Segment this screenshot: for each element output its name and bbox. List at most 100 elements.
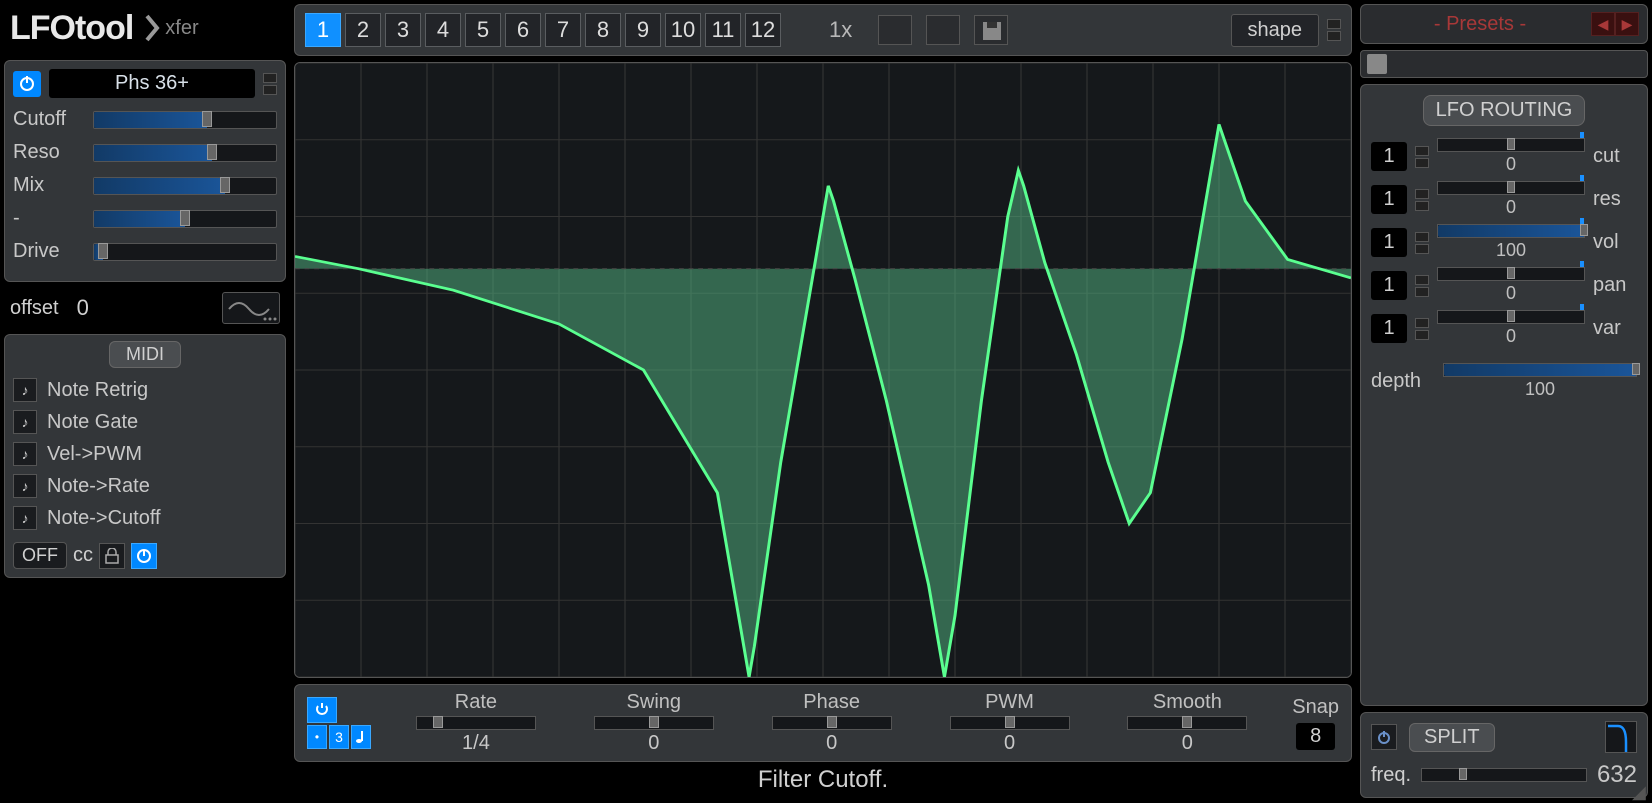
routing-slider[interactable] <box>1437 267 1585 281</box>
routing-slider[interactable] <box>1437 181 1585 195</box>
param-slider[interactable] <box>416 716 536 730</box>
param-slider[interactable] <box>93 243 277 261</box>
midi-item[interactable]: ♪ Vel->PWM <box>13 438 277 470</box>
slot-button-2[interactable]: 2 <box>345 13 381 47</box>
paste-button[interactable] <box>926 15 960 45</box>
midi-item-label: Note Gate <box>47 411 138 434</box>
brand-logo: xfer <box>145 14 198 42</box>
filter-power-button[interactable] <box>13 71 41 97</box>
midi-off-button[interactable]: OFF <box>13 542 67 569</box>
routing-slider[interactable] <box>1437 310 1585 324</box>
midi-item[interactable]: ♪ Note Retrig <box>13 374 277 406</box>
midi-lock-button[interactable] <box>99 543 125 569</box>
param-slider[interactable] <box>93 144 277 162</box>
resize-grip-icon[interactable]: ◢ <box>1632 782 1650 800</box>
midi-item[interactable]: ♪ Note Gate <box>13 406 277 438</box>
slot-button-9[interactable]: 9 <box>625 13 661 47</box>
split-power-button[interactable] <box>1371 724 1397 750</box>
lfo-graph[interactable] <box>294 62 1352 678</box>
note-icon: ♪ <box>13 410 37 434</box>
preset-prev-button[interactable]: ◀ <box>1591 12 1615 36</box>
rate-mult-label[interactable]: 1x <box>829 17 852 43</box>
routing-slider[interactable] <box>1437 224 1585 238</box>
sync-button[interactable] <box>351 725 371 749</box>
transport-bar: • 3 Rate 1/4 Swing 0 Phase 0 PWM <box>294 684 1352 762</box>
param-label: Swing <box>627 691 681 714</box>
param-label: Cutoff <box>13 108 81 131</box>
slot-button-11[interactable]: 11 <box>705 13 741 47</box>
param-slider[interactable] <box>93 210 277 228</box>
slot-button-6[interactable]: 6 <box>505 13 541 47</box>
param-label: Smooth <box>1153 691 1222 714</box>
slot-button-1[interactable]: 1 <box>305 13 341 47</box>
presets-bar: - Presets - ◀ ▶ <box>1360 4 1648 44</box>
depth-value: 100 <box>1525 379 1555 400</box>
offset-label: offset <box>10 297 59 320</box>
slot-button-7[interactable]: 7 <box>545 13 581 47</box>
midi-item[interactable]: ♪ Note->Rate <box>13 470 277 502</box>
param-value: 0 <box>1182 732 1193 755</box>
depth-slider[interactable] <box>1443 363 1637 377</box>
routing-spinner[interactable] <box>1415 318 1429 340</box>
midi-item-label: Vel->PWM <box>47 443 142 466</box>
slot-button-8[interactable]: 8 <box>585 13 621 47</box>
retrig-mode-button[interactable] <box>307 697 337 723</box>
routing-source[interactable]: 1 <box>1371 271 1407 300</box>
spinner-down-icon[interactable] <box>1327 31 1341 41</box>
spinner-up-icon[interactable] <box>263 73 277 83</box>
param-label: Drive <box>13 240 81 263</box>
routing-spinner[interactable] <box>1415 232 1429 254</box>
routing-source[interactable]: 1 <box>1371 314 1407 343</box>
triplet-button[interactable]: 3 <box>329 725 349 749</box>
filter-type-select[interactable]: Phs 36+ <box>49 69 255 98</box>
routing-source[interactable]: 1 <box>1371 228 1407 257</box>
slot-button-10[interactable]: 10 <box>665 13 701 47</box>
routing-slider[interactable] <box>1437 138 1585 152</box>
midi-item[interactable]: ♪ Note->Cutoff <box>13 502 277 534</box>
param-slider[interactable] <box>1127 716 1247 730</box>
routing-value: 0 <box>1506 283 1516 304</box>
midi-cc-label: cc <box>73 544 93 567</box>
freq-slider[interactable] <box>1421 768 1587 782</box>
midi-learn-button[interactable] <box>131 543 157 569</box>
slot-button-12[interactable]: 12 <box>745 13 781 47</box>
spinner-up-icon[interactable] <box>1327 19 1341 29</box>
filter-type-spinner[interactable] <box>263 73 277 95</box>
preset-next-button[interactable]: ▶ <box>1615 12 1639 36</box>
param-slider[interactable] <box>772 716 892 730</box>
preset-save-bar[interactable] <box>1360 50 1648 78</box>
routing-value: 0 <box>1506 154 1516 175</box>
routing-value: 100 <box>1496 240 1526 261</box>
note-icon: ♪ <box>13 506 37 530</box>
shape-select[interactable]: shape <box>1231 14 1320 47</box>
param-slider[interactable] <box>93 177 277 195</box>
routing-panel: LFO ROUTING 1 0 cut 1 0 res <box>1360 84 1648 706</box>
presets-dropdown[interactable]: - Presets - <box>1369 13 1591 36</box>
routing-source[interactable]: 1 <box>1371 185 1407 214</box>
slot-button-5[interactable]: 5 <box>465 13 501 47</box>
routing-source[interactable]: 1 <box>1371 142 1407 171</box>
app-name: LFOtool <box>10 9 133 48</box>
param-slider[interactable] <box>93 111 277 129</box>
split-mode-button[interactable] <box>1605 721 1637 753</box>
note-icon: ♪ <box>13 378 37 402</box>
param-label: Phase <box>803 691 860 714</box>
param-slider[interactable] <box>950 716 1070 730</box>
routing-spinner[interactable] <box>1415 275 1429 297</box>
dotted-button[interactable]: • <box>307 725 327 749</box>
copy-button[interactable] <box>878 15 912 45</box>
routing-spinner[interactable] <box>1415 146 1429 168</box>
graph-mode-button[interactable] <box>222 292 280 324</box>
param-value: 1/4 <box>462 732 490 755</box>
slot-button-3[interactable]: 3 <box>385 13 421 47</box>
routing-spinner[interactable] <box>1415 189 1429 211</box>
param-slider[interactable] <box>594 716 714 730</box>
spinner-down-icon[interactable] <box>263 85 277 95</box>
shape-spinner[interactable] <box>1327 19 1341 41</box>
param-value: 0 <box>826 732 837 755</box>
slot-button-4[interactable]: 4 <box>425 13 461 47</box>
save-shape-button[interactable] <box>974 15 1008 45</box>
snap-value[interactable]: 8 <box>1296 723 1335 750</box>
param-label: Reso <box>13 141 81 164</box>
routing-value: 0 <box>1506 197 1516 218</box>
